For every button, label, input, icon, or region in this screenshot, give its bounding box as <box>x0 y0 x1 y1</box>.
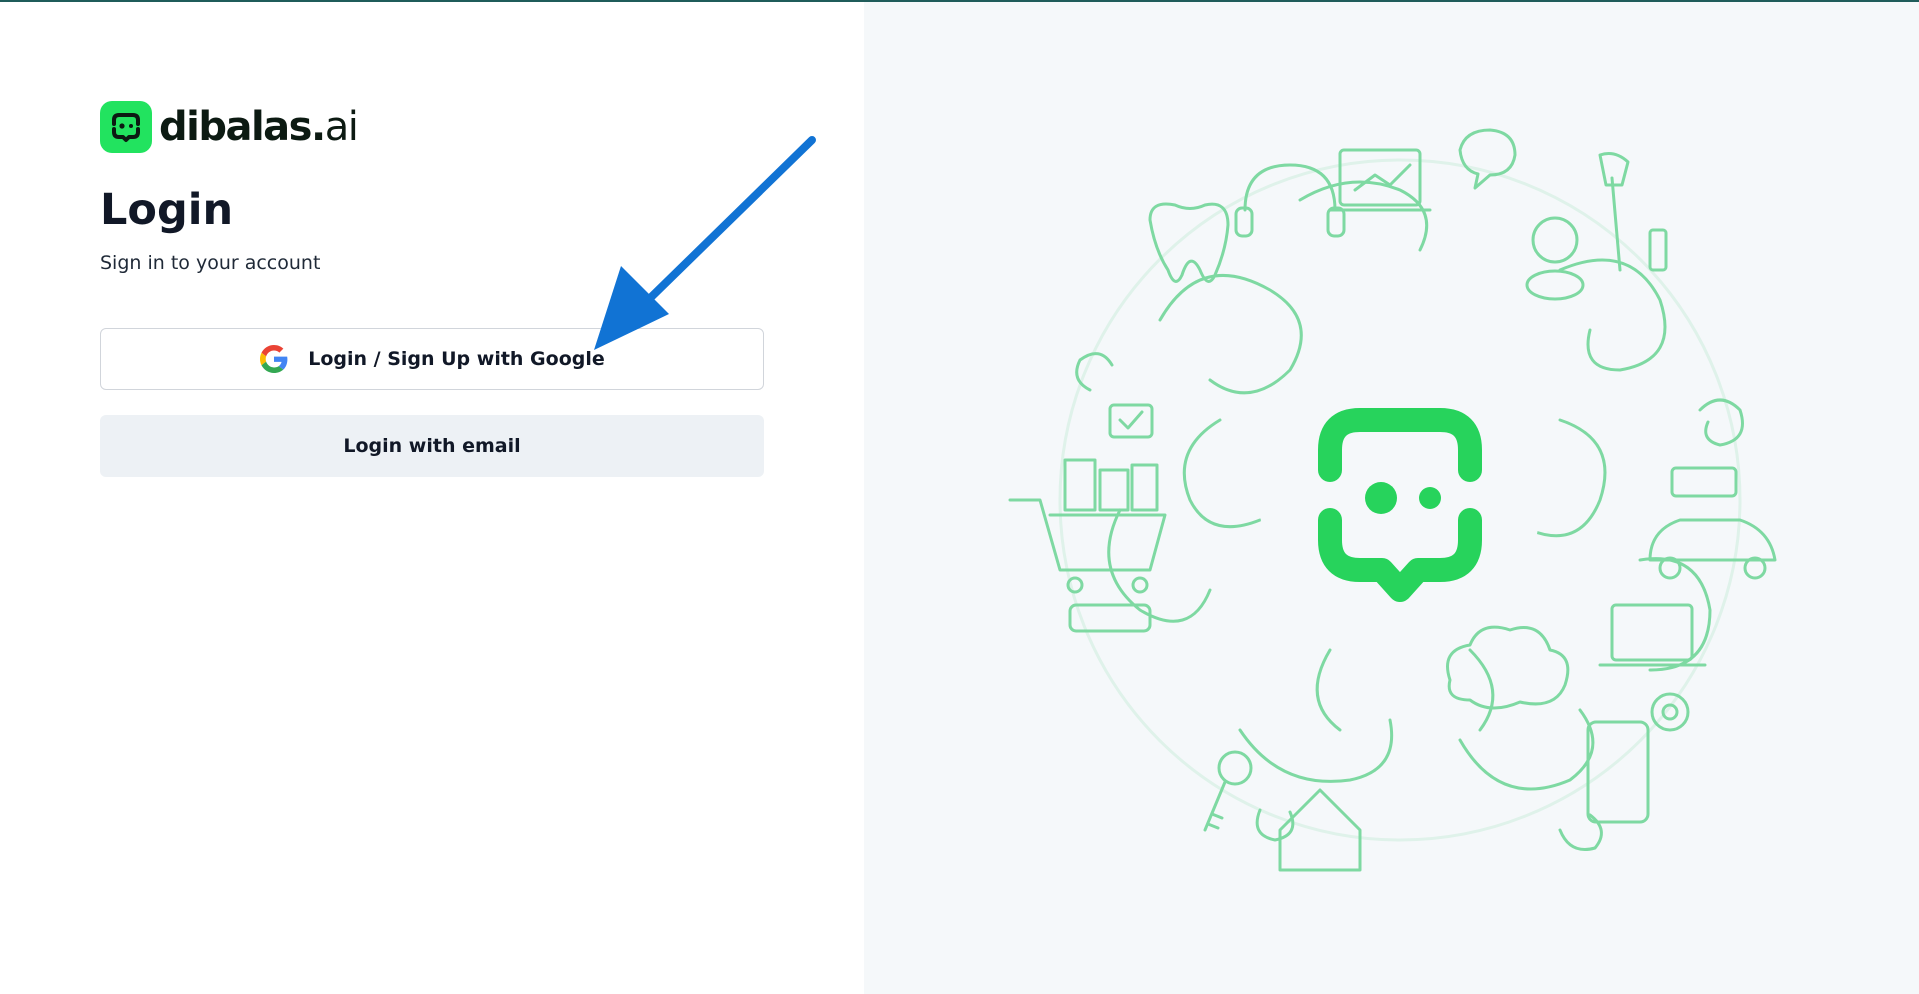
doodle-illustration <box>1008 128 1777 872</box>
brand-name-main: dibalas. <box>159 104 326 150</box>
brand-name-suffix: ai <box>324 104 359 150</box>
page-subtitle: Sign in to your account <box>100 252 321 274</box>
google-login-button[interactable]: Login / Sign Up with Google <box>100 328 764 390</box>
google-icon <box>259 344 289 374</box>
google-login-label: Login / Sign Up with Google <box>308 348 605 370</box>
email-login-label: Login with email <box>343 435 521 457</box>
brand-name: dibalas.ai <box>159 101 359 153</box>
email-login-button[interactable]: Login with email <box>100 415 764 477</box>
page-title: Login <box>100 185 234 235</box>
chat-smile-icon <box>100 101 152 153</box>
brand-logo: dibalas.ai <box>100 101 359 153</box>
